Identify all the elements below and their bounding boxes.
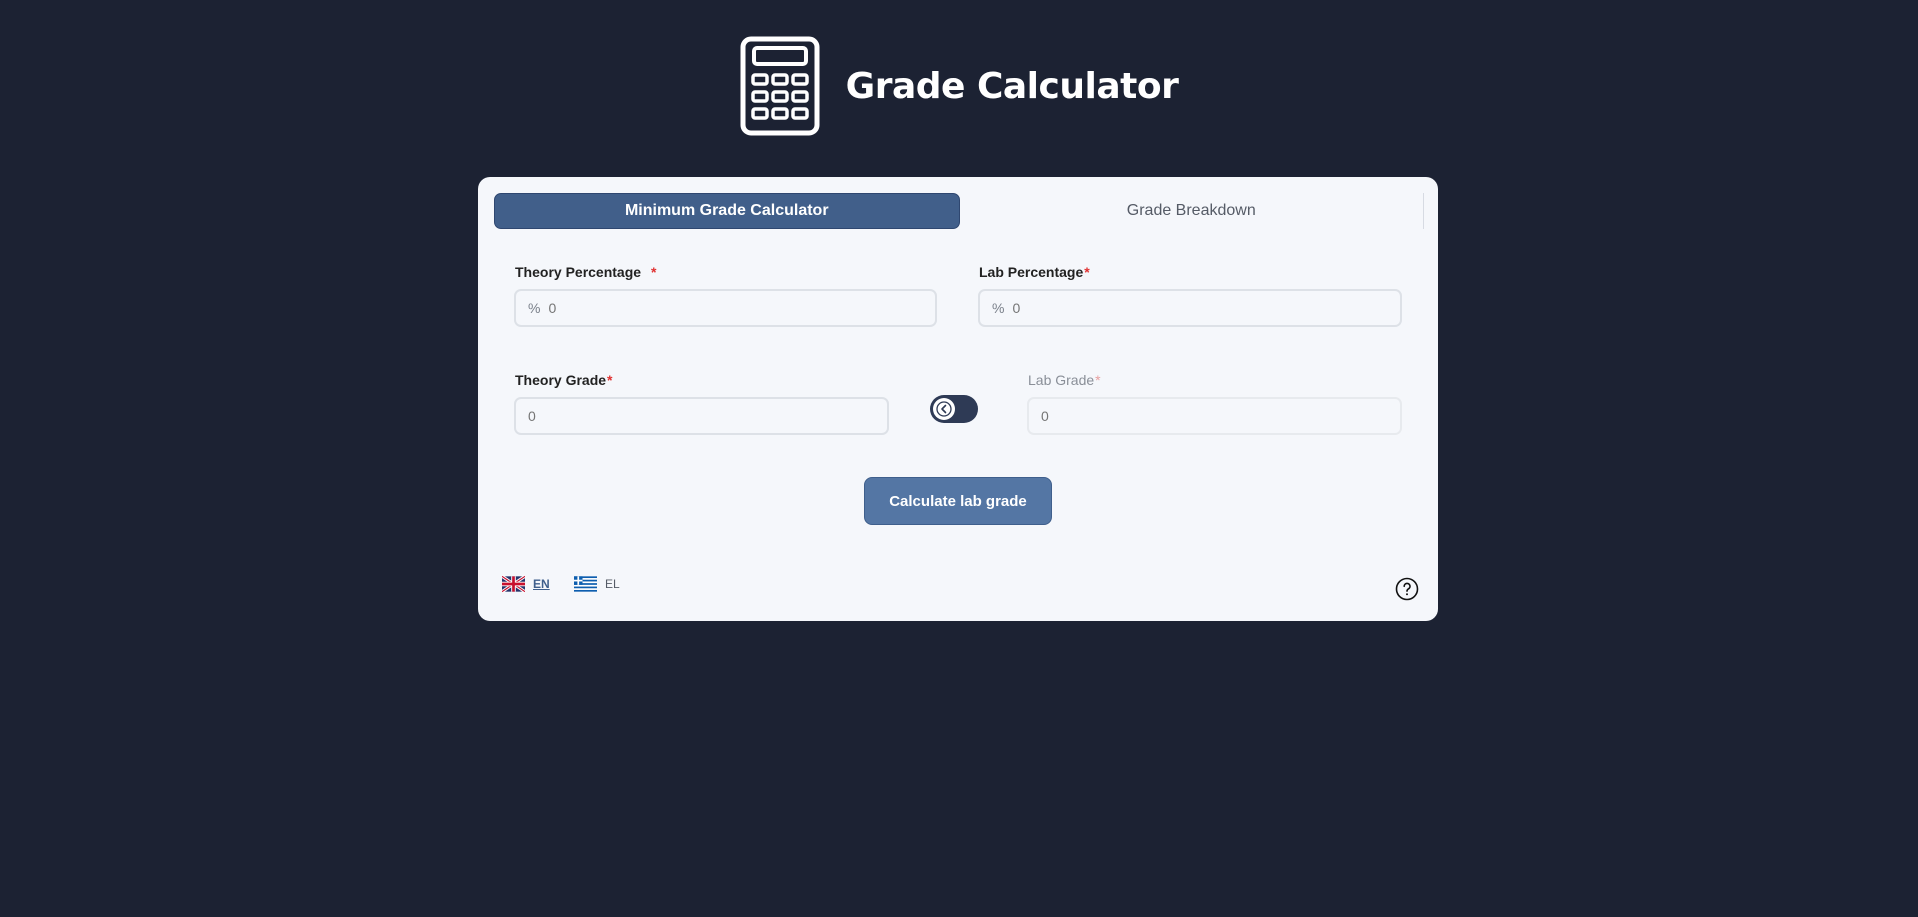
language-el-label: EL: [605, 577, 620, 591]
theory-percentage-field[interactable]: %: [514, 289, 937, 327]
theory-percentage-label: Theory Percentage *: [515, 264, 656, 280]
required-mark: *: [607, 372, 613, 388]
calculator-card: Minimum Grade Calculator Grade Breakdown…: [478, 177, 1438, 621]
theory-grade-label: Theory Grade*: [515, 372, 612, 388]
lab-percentage-field[interactable]: %: [978, 289, 1402, 327]
tab-minimum-grade-calculator[interactable]: Minimum Grade Calculator: [494, 193, 960, 229]
help-circle-icon[interactable]: [1395, 577, 1419, 601]
theory-percentage-input[interactable]: [548, 300, 875, 316]
percent-prefix: %: [528, 300, 541, 316]
required-mark: *: [1084, 264, 1090, 280]
tab-bar: Minimum Grade Calculator Grade Breakdown: [494, 193, 1424, 229]
required-mark: *: [1095, 372, 1101, 388]
calculator-icon: [740, 36, 820, 136]
app-title: Grade Calculator: [845, 65, 1179, 107]
tab-grade-breakdown[interactable]: Grade Breakdown: [960, 193, 1424, 229]
lab-percentage-label-text: Lab Percentage: [979, 264, 1084, 280]
theory-grade-input[interactable]: [528, 408, 816, 424]
lab-grade-field: [1027, 397, 1402, 435]
language-en[interactable]: EN: [502, 575, 550, 593]
percent-prefix: %: [992, 300, 1005, 316]
greece-flag-icon: [574, 576, 597, 592]
lab-grade-input: [1041, 408, 1329, 424]
lab-percentage-input[interactable]: [1012, 300, 1339, 316]
lab-percentage-label: Lab Percentage*: [979, 264, 1090, 280]
app-header: Grade Calculator: [0, 36, 1918, 136]
lab-grade-label-text: Lab Grade: [1028, 372, 1095, 388]
theory-grade-label-text: Theory Grade: [515, 372, 607, 388]
required-mark: *: [650, 264, 657, 280]
lab-grade-label: Lab Grade*: [1028, 372, 1101, 388]
theory-percentage-label-text: Theory Percentage: [515, 264, 642, 280]
language-el[interactable]: EL: [574, 575, 620, 593]
uk-flag-icon: [502, 575, 525, 593]
calculate-lab-grade-button[interactable]: Calculate lab grade: [864, 477, 1052, 525]
grade-direction-toggle[interactable]: [930, 395, 978, 423]
theory-grade-field[interactable]: [514, 397, 889, 435]
toggle-knob: [933, 398, 955, 420]
language-en-label: EN: [533, 577, 550, 591]
chevron-left-icon: [936, 401, 952, 417]
